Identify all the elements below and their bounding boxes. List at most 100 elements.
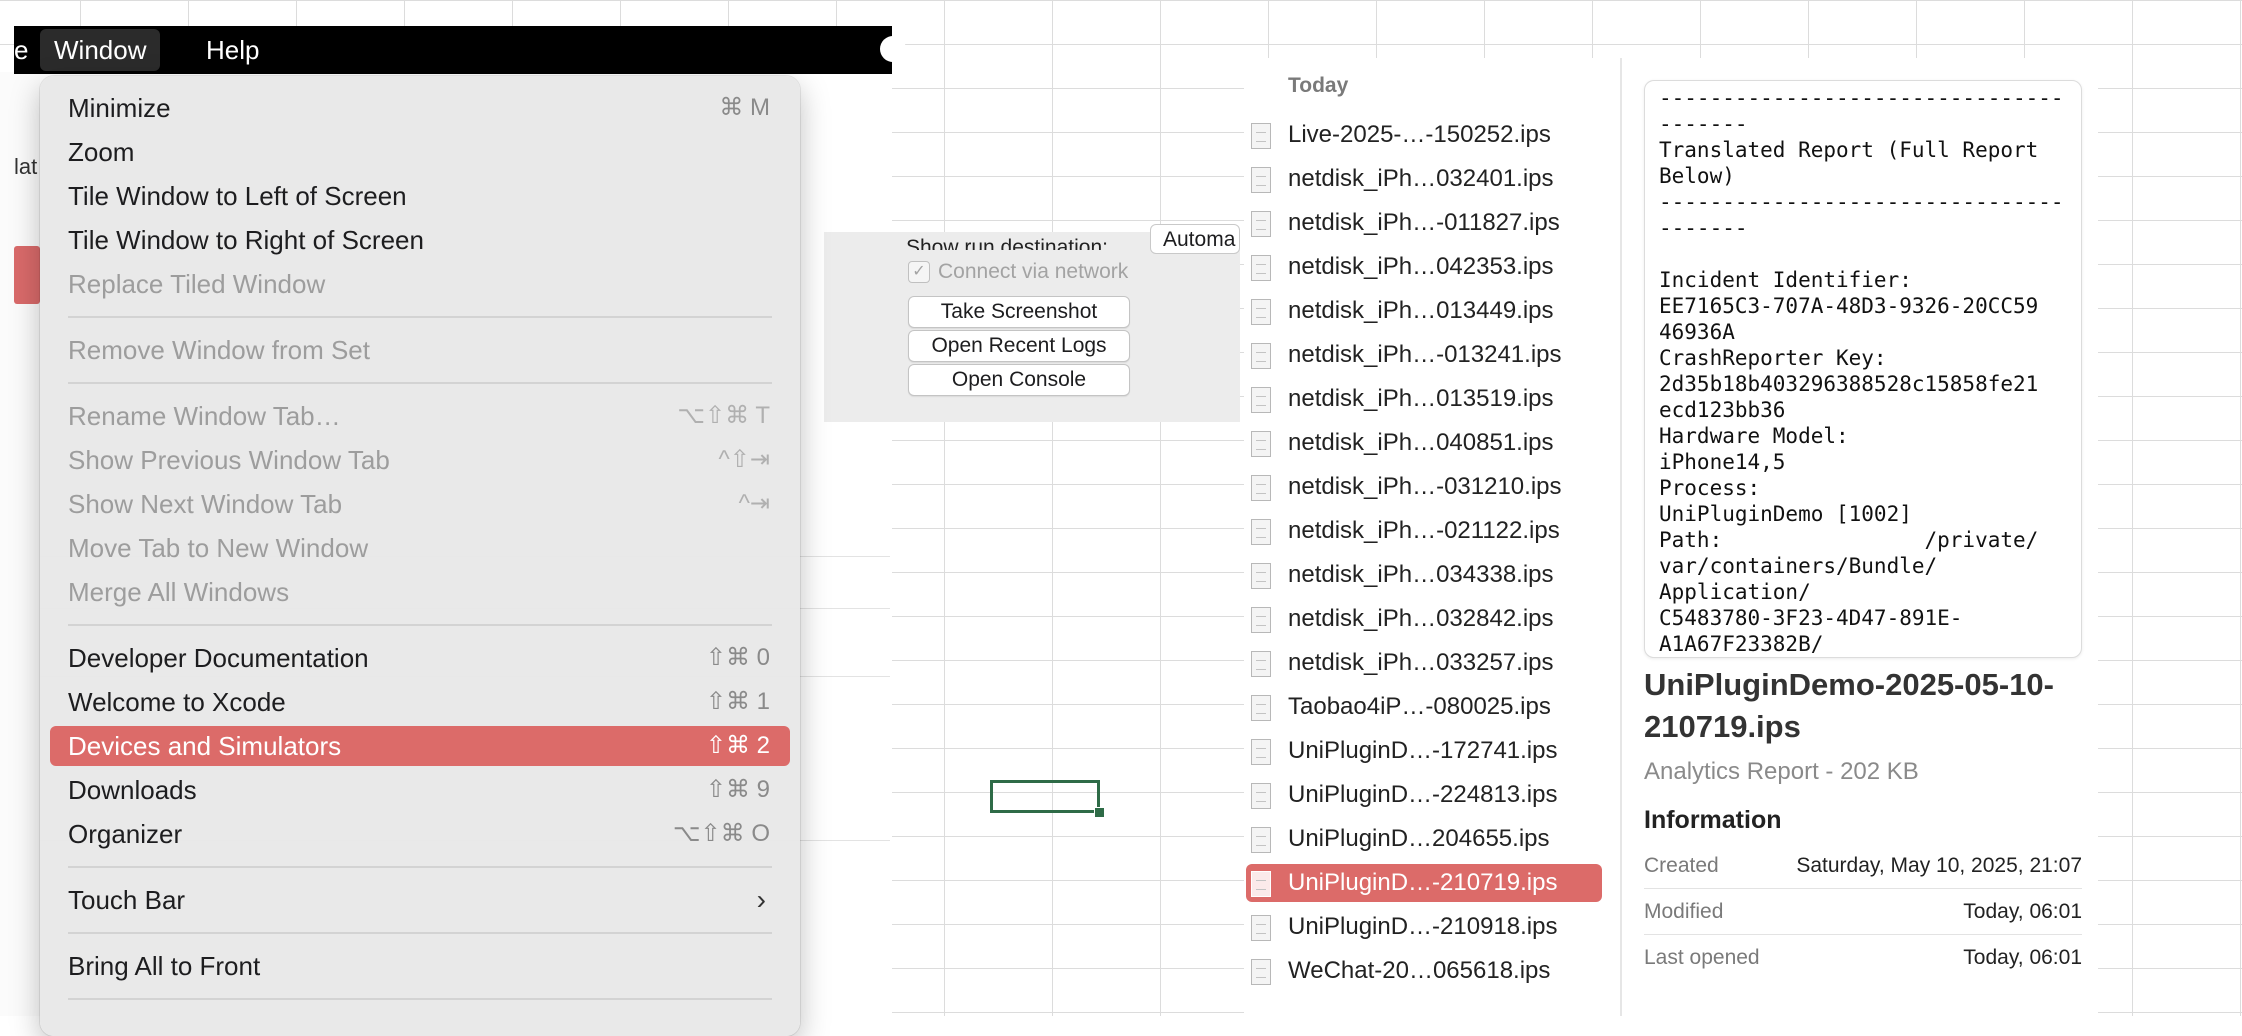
file-name: UniPluginD…-210719.ips [1288, 869, 1558, 896]
menu-item-downloads[interactable]: Downloads ⇧⌘ 9 [50, 770, 790, 810]
file-name: netdisk_iPh…032842.ips [1288, 605, 1554, 632]
file-name: WeChat-20…065618.ips [1288, 957, 1551, 984]
file-list-item[interactable]: UniPluginD…-210918.ips [1246, 908, 1602, 946]
menu-item-minimize[interactable]: Minimize ⌘ M [50, 88, 790, 128]
selected-cell[interactable] [990, 780, 1100, 813]
file-list-item[interactable]: netdisk_iPh…-021122.ips [1246, 512, 1602, 550]
file-name: netdisk_iPh…040851.ips [1288, 429, 1554, 456]
menu-item-shortcut: ⇧⌘ 2 [705, 732, 770, 759]
menu-item-label: Downloads [68, 775, 197, 805]
file-list-item[interactable]: netdisk_iPh…-031210.ips [1246, 468, 1602, 506]
open-recent-logs-button[interactable]: Open Recent Logs [908, 330, 1130, 362]
info-key: Last opened [1644, 946, 1760, 969]
menu-item-devices-and-simulators[interactable]: Devices and Simulators ⇧⌘ 2 [50, 726, 790, 766]
menu-separator [68, 382, 772, 384]
document-icon [1251, 387, 1271, 413]
document-icon [1251, 695, 1271, 721]
file-list-item[interactable]: netdisk_iPh…-011827.ips [1246, 204, 1602, 242]
fill-handle[interactable] [1094, 807, 1105, 818]
menu-item-shortcut: ⇧⌘ 1 [705, 688, 770, 715]
file-list-item[interactable]: netdisk_iPh…040851.ips [1246, 424, 1602, 462]
info-value: Today, 06:01 [1963, 946, 2082, 969]
file-name: netdisk_iPh…013519.ips [1288, 385, 1554, 412]
document-icon [1251, 255, 1271, 281]
file-name: UniPluginD…-172741.ips [1288, 737, 1558, 764]
file-list-item[interactable]: netdisk_iPh…042353.ips [1246, 248, 1602, 286]
menu-item-tile-left[interactable]: Tile Window to Left of Screen [50, 176, 790, 216]
menu-item-label: Organizer [68, 819, 183, 849]
menu-item-shortcut: ^⇥ [738, 490, 770, 517]
menu-item-zoom[interactable]: Zoom [50, 132, 790, 172]
file-name: netdisk_iPh…-013241.ips [1288, 341, 1562, 368]
menu-item-welcome-to-xcode[interactable]: Welcome to Xcode ⇧⌘ 1 [50, 682, 790, 722]
file-list-item[interactable]: Live-2025-…-150252.ips [1246, 116, 1602, 154]
menu-item-merge-all-windows: Merge All Windows [50, 572, 790, 612]
menu-item-label: Devices and Simulators [68, 731, 342, 761]
file-name: netdisk_iPh…-011827.ips [1288, 209, 1560, 236]
info-value: Saturday, May 10, 2025, 21:07 [1796, 854, 2082, 877]
list-section-header: Today [1288, 74, 1349, 97]
file-list-item[interactable]: netdisk_iPh…013519.ips [1246, 380, 1602, 418]
document-icon [1251, 651, 1271, 677]
document-icon [1251, 431, 1271, 457]
menu-item-label: Show Previous Window Tab [68, 445, 390, 475]
menu-item-tile-right[interactable]: Tile Window to Right of Screen [50, 220, 790, 260]
document-icon [1251, 871, 1271, 897]
menu-item-touch-bar[interactable]: Touch Bar › [50, 880, 790, 920]
menu-item-label: Developer Documentation [68, 643, 369, 673]
document-icon [1251, 739, 1271, 765]
chat-bubble-icon[interactable] [880, 36, 906, 62]
file-list-item[interactable]: netdisk_iPh…034338.ips [1246, 556, 1602, 594]
take-screenshot-button[interactable]: Take Screenshot [908, 296, 1130, 328]
file-list-item[interactable]: UniPluginD…-210719.ips [1246, 864, 1602, 902]
underlying-window-selection [14, 246, 40, 304]
file-list-item[interactable]: netdisk_iPh…-013241.ips [1246, 336, 1602, 374]
file-name: UniPluginD…204655.ips [1288, 825, 1550, 852]
info-key: Created [1644, 854, 1719, 877]
menu-bar: e Window Help [14, 26, 906, 74]
connect-via-network-checkbox[interactable]: ✓ Connect via network [908, 260, 1128, 284]
run-destination-select[interactable]: Automa [1150, 224, 1240, 254]
file-list-item[interactable]: netdisk_iPh…032401.ips [1246, 160, 1602, 198]
menu-item-bring-all-to-front[interactable]: Bring All to Front [50, 946, 790, 986]
menu-item-label: Zoom [68, 137, 135, 167]
menu-item-developer-documentation[interactable]: Developer Documentation ⇧⌘ 0 [50, 638, 790, 678]
document-icon [1251, 519, 1271, 545]
menu-bar-item-help[interactable]: Help [192, 26, 273, 74]
open-console-button[interactable]: Open Console [908, 364, 1130, 396]
preview-text: -------------------------------- -------… [1659, 86, 2064, 656]
menu-item-shortcut: ⇧⌘ 0 [705, 644, 770, 671]
document-icon [1251, 299, 1271, 325]
file-name: netdisk_iPh…042353.ips [1288, 253, 1554, 280]
info-row-modified: Modified Today, 06:01 [1644, 890, 2082, 935]
menu-item-label: Merge All Windows [68, 577, 290, 607]
file-list-item[interactable]: netdisk_iPh…033257.ips [1246, 644, 1602, 682]
menu-bar-item-window[interactable]: Window [40, 29, 161, 71]
menu-item-show-previous-window-tab: Show Previous Window Tab ^⇧⇥ [50, 440, 790, 480]
file-name: UniPluginD…-224813.ips [1288, 781, 1558, 808]
file-list-item[interactable]: netdisk_iPh…032842.ips [1246, 600, 1602, 638]
document-icon [1251, 475, 1271, 501]
file-list-item[interactable]: UniPluginD…204655.ips [1246, 820, 1602, 858]
window-menu: Minimize ⌘ M Zoom Tile Window to Left of… [40, 76, 800, 1036]
menu-item-label: Tile Window to Left of Screen [68, 181, 407, 211]
info-row-created: Created Saturday, May 10, 2025, 21:07 [1644, 844, 2082, 889]
document-icon [1251, 343, 1271, 369]
document-icon [1251, 827, 1271, 853]
file-name: netdisk_iPh…-021122.ips [1288, 517, 1560, 544]
file-list-item[interactable]: UniPluginD…-172741.ips [1246, 732, 1602, 770]
underlying-window-sidebar [0, 72, 40, 1016]
menu-item-label: Welcome to Xcode [68, 687, 286, 717]
file-preview[interactable]: -------------------------------- -------… [1644, 80, 2082, 658]
menu-item-remove-window-from-set: Remove Window from Set [50, 330, 790, 370]
menu-item-shortcut: ^⇧⇥ [718, 446, 770, 473]
menu-item-move-tab-to-new-window: Move Tab to New Window [50, 528, 790, 568]
menu-bar-item-partial[interactable]: e [0, 26, 42, 74]
file-list-item[interactable]: UniPluginD…-224813.ips [1246, 776, 1602, 814]
file-list-item[interactable]: WeChat-20…065618.ips [1246, 952, 1602, 990]
preview-file-title: UniPluginDemo-2025-05-10-210719.ips [1644, 667, 2054, 744]
file-list-item[interactable]: Taobao4iP…-080025.ips [1246, 688, 1602, 726]
menu-item-label: Show Next Window Tab [68, 489, 343, 519]
file-list-item[interactable]: netdisk_iPh…013449.ips [1246, 292, 1602, 330]
menu-item-organizer[interactable]: Organizer ⌥⇧⌘ O [50, 814, 790, 854]
